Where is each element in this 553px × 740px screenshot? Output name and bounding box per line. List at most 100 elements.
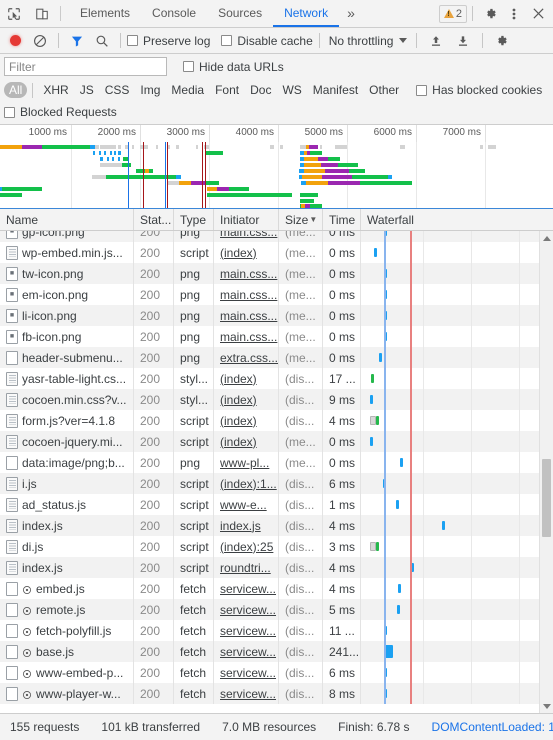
scroll-down-button[interactable] <box>540 699 553 713</box>
initiator-link[interactable]: index.js <box>220 519 261 533</box>
ruler-tick-label: 7000 ms <box>442 127 481 138</box>
waterfall-gridline <box>471 410 472 431</box>
column-header-initiator[interactable]: Initiator <box>214 209 279 230</box>
initiator-link[interactable]: www-pl... <box>220 456 269 470</box>
initiator-link[interactable]: servicew... <box>220 645 276 659</box>
table-row[interactable]: ■ gp-icon.png 200 png main.css... (me... 0 ms <box>0 231 553 242</box>
search-button[interactable] <box>90 30 114 52</box>
table-row[interactable]: ■ em-icon.png 200 png main.css... (me... 0 ms <box>0 284 553 305</box>
column-header-size[interactable]: Size ▼ <box>279 209 323 230</box>
hide-data-urls-checkbox[interactable]: Hide data URLs <box>183 60 284 74</box>
column-header-status[interactable]: Stat... <box>134 209 174 230</box>
waterfall-dcl-line <box>384 557 386 578</box>
initiator-link[interactable]: servicew... <box>220 624 276 638</box>
record-button[interactable] <box>3 30 27 52</box>
table-row[interactable]: www-player-w... 200 fetch servicew... (dis..… <box>0 683 553 704</box>
close-icon[interactable] <box>526 2 550 26</box>
column-header-waterfall[interactable]: Waterfall <box>361 209 553 230</box>
column-header-type[interactable]: Type <box>174 209 214 230</box>
type-filter-css[interactable]: CSS <box>100 82 135 98</box>
column-header-time[interactable]: Time <box>323 209 361 230</box>
more-tabs-button[interactable]: » <box>339 0 363 27</box>
initiator-link[interactable]: servicew... <box>220 603 276 617</box>
type-filter-js[interactable]: JS <box>75 82 99 98</box>
table-row[interactable]: index.js 200 script index.js (dis... 4 ms <box>0 515 553 536</box>
table-row[interactable]: i.js 200 script (index):1... (dis... 6 ms <box>0 473 553 494</box>
type-filter-ws[interactable]: WS <box>277 82 306 98</box>
type-filter-xhr[interactable]: XHR <box>38 82 73 98</box>
filter-toggle-button[interactable] <box>65 30 89 52</box>
warnings-badge[interactable]: 2 <box>438 4 467 23</box>
type-filter-doc[interactable]: Doc <box>245 82 276 98</box>
tab-network[interactable]: Network <box>273 0 340 27</box>
throttling-dropdown[interactable]: No throttling <box>326 34 411 48</box>
import-har-button[interactable] <box>423 30 449 52</box>
initiator-link[interactable]: servicew... <box>220 666 276 680</box>
table-row[interactable]: fetch-polyfill.js 200 fetch servicew... (dis… <box>0 620 553 641</box>
initiator-link[interactable]: main.css... <box>220 330 277 344</box>
cell-name: ■ fb-icon.png <box>0 326 134 347</box>
table-row[interactable]: ■ fb-icon.png 200 png main.css... (me... 0 ms <box>0 326 553 347</box>
tab-sources[interactable]: Sources <box>207 0 273 27</box>
initiator-link[interactable]: roundtri... <box>220 561 271 575</box>
vertical-scrollbar[interactable] <box>539 231 553 713</box>
scroll-up-button[interactable] <box>540 231 553 245</box>
type-filter-media[interactable]: Media <box>166 82 209 98</box>
initiator-link[interactable]: main.css... <box>220 267 277 281</box>
table-row[interactable]: embed.js 200 fetch servicew... (dis... 4 ms <box>0 578 553 599</box>
initiator-link[interactable]: servicew... <box>220 582 276 596</box>
type-filter-all[interactable]: All <box>4 82 28 98</box>
export-har-button[interactable] <box>450 30 476 52</box>
initiator-link[interactable]: (index) <box>220 393 257 407</box>
initiator-link[interactable]: (index):25 <box>220 540 273 554</box>
type-filter-manifest[interactable]: Manifest <box>308 82 363 98</box>
initiator-link[interactable]: main.css... <box>220 309 277 323</box>
initiator-link[interactable]: main.css... <box>220 288 277 302</box>
type-filter-font[interactable]: Font <box>210 82 244 98</box>
table-row[interactable]: www-embed-p... 200 fetch servicew... (dis...… <box>0 662 553 683</box>
initiator-link[interactable]: (index):1... <box>220 477 277 491</box>
inspect-element-icon[interactable] <box>0 0 28 27</box>
initiator-link[interactable]: (index) <box>220 372 257 386</box>
table-row[interactable]: form.js?ver=4.1.8 200 script (index) (dis...… <box>0 410 553 431</box>
preserve-log-checkbox[interactable]: Preserve log <box>127 34 210 48</box>
table-row[interactable]: ■ tw-icon.png 200 png main.css... (me... 0 ms <box>0 263 553 284</box>
table-row[interactable]: wp-embed.min.js... 200 script (index) (me...… <box>0 242 553 263</box>
table-row[interactable]: yasr-table-light.cs... 200 styl... (index) (… <box>0 368 553 389</box>
table-row[interactable]: base.js 200 fetch servicew... (dis... 241... <box>0 641 553 662</box>
tab-elements[interactable]: Elements <box>69 0 141 27</box>
gear-icon[interactable] <box>478 2 502 26</box>
initiator-link[interactable]: (index) <box>220 435 257 449</box>
blocked-requests-checkbox[interactable]: Blocked Requests <box>4 105 117 119</box>
initiator-link[interactable]: (index) <box>220 414 257 428</box>
initiator-link[interactable]: servicew... <box>220 687 276 701</box>
initiator-link[interactable]: www-e... <box>220 498 267 512</box>
table-row[interactable]: data:image/png;b... 200 png www-pl... (me...… <box>0 452 553 473</box>
network-overview-timeline[interactable]: 1000 ms 2000 ms 3000 ms 4000 ms 5000 ms 6000 … <box>0 125 553 209</box>
table-row[interactable]: index.js 200 script roundtri... (dis... 4 ms <box>0 557 553 578</box>
kebab-menu-icon[interactable] <box>502 2 526 26</box>
initiator-link[interactable]: (index) <box>220 246 257 260</box>
table-row[interactable]: ad_status.js 200 script www-e... (dis... 1 ms <box>0 494 553 515</box>
table-row[interactable]: header-submenu... 200 png extra.css... (me..… <box>0 347 553 368</box>
clear-button[interactable] <box>28 30 52 52</box>
network-settings-button[interactable] <box>489 30 513 52</box>
table-row[interactable]: cocoen.min.css?v... 200 styl... (index) (dis… <box>0 389 553 410</box>
column-header-name[interactable]: Name <box>0 209 134 230</box>
tab-console[interactable]: Console <box>141 0 207 27</box>
disable-cache-checkbox[interactable]: Disable cache <box>221 34 313 48</box>
scrollbar-thumb[interactable] <box>542 459 551 537</box>
requests-table-body[interactable]: ■ gp-icon.png 200 png main.css... (me... 0 ms w… <box>0 231 553 713</box>
table-row[interactable]: cocoen-jquery.mi... 200 script (index) (me..… <box>0 431 553 452</box>
table-row[interactable]: ■ li-icon.png 200 png main.css... (me... 0 ms <box>0 305 553 326</box>
table-row[interactable]: di.js 200 script (index):25 (dis... 3 ms <box>0 536 553 557</box>
waterfall-gridline <box>471 284 472 305</box>
type-filter-other[interactable]: Other <box>364 82 404 98</box>
initiator-link[interactable]: extra.css... <box>220 351 278 365</box>
type-filter-img[interactable]: Img <box>135 82 165 98</box>
has-blocked-cookies-checkbox[interactable]: Has blocked cookies <box>416 83 542 97</box>
initiator-link[interactable]: main.css... <box>220 231 277 239</box>
table-row[interactable]: remote.js 200 fetch servicew... (dis... 5 ms <box>0 599 553 620</box>
filter-input[interactable] <box>4 57 167 76</box>
device-toolbar-icon[interactable] <box>28 0 56 27</box>
